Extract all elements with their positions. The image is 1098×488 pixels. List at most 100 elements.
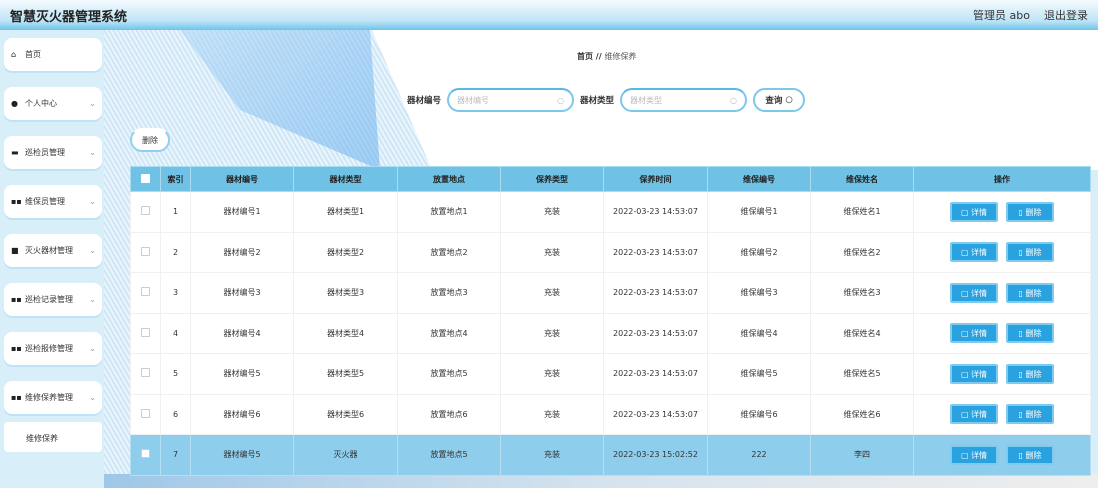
document-icon: ▢ <box>960 329 969 339</box>
table-cell: 器材编号6 <box>190 393 294 435</box>
delete-button[interactable]: ▯ 删除 <box>1006 404 1054 425</box>
chevron-down-icon: ⌄ <box>89 393 96 402</box>
table-row[interactable]: 7 器材编号5 灭火器 放置地点5 充装 2022-03-23 15:02:52 222 李四… <box>130 434 1091 476</box>
row-select-cell <box>130 393 161 435</box>
detail-button[interactable]: ▢ 详情 <box>950 363 998 384</box>
actions-cell: ▢ 详情 ▯ 删除 <box>913 272 1091 314</box>
breadcrumb-home[interactable]: 首页 <box>577 52 593 61</box>
delete-button[interactable]: ▯ 删除 <box>1006 323 1054 344</box>
column-header: 保养类型 <box>500 166 604 192</box>
detail-button[interactable]: ▢ 详情 <box>950 282 998 303</box>
equipment-no-input[interactable]: 器材编号 ○ <box>447 88 575 112</box>
table-cell: 充装 <box>500 312 604 354</box>
sidebar-item[interactable]: ▪▪ 巡检报修管理 ⌄ <box>4 332 102 365</box>
table-cell: 器材类型2 <box>293 231 398 273</box>
sidebar-item-label: 巡检记录管理 <box>25 295 73 304</box>
logout-link[interactable]: 退出登录 <box>1044 7 1088 23</box>
device-icon: ■ <box>11 246 19 255</box>
delete-button[interactable]: ▯ 删除 <box>1006 363 1054 384</box>
equipment-type-input[interactable]: 器材类型 ○ <box>620 88 748 112</box>
row-checkbox[interactable] <box>141 206 150 216</box>
delete-button[interactable]: ▯ 删除 <box>1006 282 1054 303</box>
table-row[interactable]: 6 器材编号6 器材类型6 放置地点6 充装 2022-03-23 14:53:07 维保编… <box>130 393 1091 435</box>
row-select-cell <box>130 312 161 354</box>
detail-button[interactable]: ▢ 详情 <box>950 323 998 344</box>
column-header: 索引 <box>160 166 191 192</box>
row-select-cell <box>130 191 161 233</box>
table-cell: 2022-03-23 14:53:07 <box>603 231 708 273</box>
table-cell: 器材编号3 <box>190 272 294 314</box>
delete-label: 删除 <box>1025 369 1042 379</box>
sidebar-item[interactable]: ⌂ 首页 <box>4 38 102 71</box>
sidebar-item[interactable]: ▬ 巡检员管理 ⌄ <box>4 136 102 169</box>
row-checkbox[interactable] <box>141 246 150 256</box>
actions-cell: ▢ 详情 ▯ 删除 <box>913 312 1091 354</box>
table-cell: 2022-03-23 14:53:07 <box>603 191 708 233</box>
column-header: 保养时间 <box>603 166 708 192</box>
search-icon: ○ <box>785 95 793 105</box>
detail-button[interactable]: ▢ 详情 <box>950 201 998 222</box>
detail-button[interactable]: ▢ 详情 <box>950 242 998 263</box>
sidebar-item-label: 巡检报修管理 <box>25 344 73 353</box>
table-cell: 器材编号5 <box>190 434 294 476</box>
row-checkbox[interactable] <box>141 449 150 459</box>
detail-label: 详情 <box>971 369 988 379</box>
table-cell: 维保姓名6 <box>810 393 914 435</box>
delete-label: 删除 <box>1025 450 1042 460</box>
detail-button[interactable]: ▢ 详情 <box>950 444 998 465</box>
table-row[interactable]: 2 器材编号2 器材类型2 放置地点2 充装 2022-03-23 14:53:07 维保编… <box>130 231 1091 273</box>
sidebar-item[interactable]: ● 个人中心 ⌄ <box>4 87 102 120</box>
trash-icon: ▯ <box>1018 248 1023 258</box>
row-checkbox[interactable] <box>141 408 150 418</box>
trash-icon: ▯ <box>1018 207 1023 217</box>
table-cell: 充装 <box>500 393 604 435</box>
table-cell: 器材编号2 <box>190 231 294 273</box>
sidebar-item[interactable]: ■ 灭火器材管理 ⌄ <box>4 234 102 267</box>
detail-label: 详情 <box>971 450 988 460</box>
table-cell: 维保姓名3 <box>810 272 914 314</box>
table-cell: 2022-03-23 14:53:07 <box>603 312 708 354</box>
sidebar-item-label: 巡检员管理 <box>25 148 65 157</box>
table-cell: 2022-03-23 14:53:07 <box>603 353 708 395</box>
query-label: 查询 <box>765 96 783 106</box>
row-checkbox[interactable] <box>141 368 150 378</box>
table-row[interactable]: 1 器材编号1 器材类型1 放置地点1 充装 2022-03-23 14:53:07 维保编… <box>130 191 1091 233</box>
row-checkbox[interactable] <box>141 287 150 297</box>
detail-label: 详情 <box>971 288 988 298</box>
table-cell: 充装 <box>500 272 604 314</box>
delete-label: 删除 <box>1025 329 1042 339</box>
sidebar-item[interactable]: ▪▪ 巡检记录管理 ⌄ <box>4 283 102 316</box>
search-icon: ○ <box>557 95 565 105</box>
select-all-checkbox[interactable] <box>141 173 150 183</box>
table-cell: 放置地点2 <box>397 231 501 273</box>
actions-cell: ▢ 详情 ▯ 删除 <box>913 353 1091 395</box>
query-button[interactable]: 查询 ○ <box>753 88 806 112</box>
table-cell: 放置地点6 <box>397 393 501 435</box>
sidebar-item[interactable]: ▪▪ 维修保养管理 ⌄ <box>4 381 102 414</box>
chevron-down-icon: ⌄ <box>89 344 96 353</box>
breadcrumb: 首页 // 维修保养 <box>577 51 636 62</box>
table-row[interactable]: 3 器材编号3 器材类型3 放置地点3 充装 2022-03-23 14:53:07 维保编… <box>130 272 1091 314</box>
equipment-no-label: 器材编号 <box>407 96 442 106</box>
delete-button[interactable]: ▯ 删除 <box>1006 444 1054 465</box>
batch-delete-button[interactable]: 删除 <box>130 128 170 152</box>
delete-button[interactable]: ▯ 删除 <box>1006 201 1054 222</box>
detail-button[interactable]: ▢ 详情 <box>950 404 998 425</box>
table-cell: 4 <box>160 312 191 354</box>
sidebar-subitem-maintenance[interactable]: 维修保养 <box>4 422 102 452</box>
row-checkbox[interactable] <box>141 327 150 337</box>
table-cell: 器材类型4 <box>293 312 398 354</box>
actions-cell: ▢ 详情 ▯ 删除 <box>913 191 1091 233</box>
detail-label: 详情 <box>971 410 988 420</box>
table-row[interactable]: 4 器材编号4 器材类型4 放置地点4 充装 2022-03-23 14:53:07 维保编… <box>130 312 1091 354</box>
delete-button[interactable]: ▯ 删除 <box>1006 242 1054 263</box>
detail-label: 详情 <box>971 329 988 339</box>
maintenance-table: 索引 器材编号 器材类型 放置地点 保养类型 保养时间 维保编号 维保姓名 操作 1 器材编号1 器… <box>130 166 1091 476</box>
sidebar-item-label: 灭火器材管理 <box>25 246 73 255</box>
sidebar-item[interactable]: ▪▪ 维保员管理 ⌄ <box>4 185 102 218</box>
table-cell: 维保编号4 <box>707 312 811 354</box>
document-icon: ▢ <box>960 410 969 420</box>
table-row[interactable]: 5 器材编号5 器材类型5 放置地点5 充装 2022-03-23 14:53:07 维保编… <box>130 353 1091 395</box>
table-cell: 维保姓名5 <box>810 353 914 395</box>
trash-icon: ▯ <box>1018 450 1023 460</box>
